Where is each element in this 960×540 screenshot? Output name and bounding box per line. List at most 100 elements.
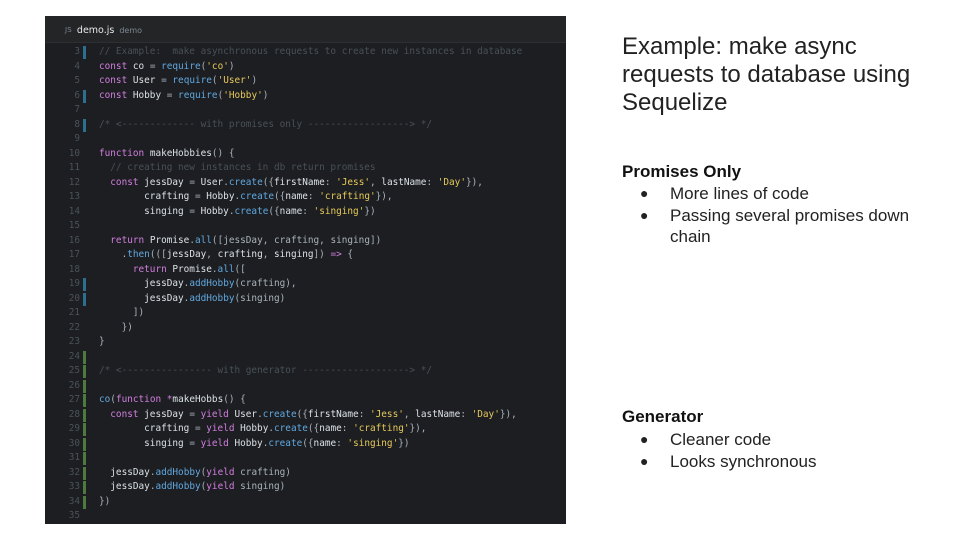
bullet-icon: ● [640,431,649,447]
line-number: 24 [68,350,80,362]
code-line[interactable]: 20 jessDay.addHobby(singing) [45,292,566,307]
bullet-item: ● More lines of code [622,183,922,205]
code-token: co [99,394,111,405]
code-token: ]) [313,249,331,260]
code-line[interactable]: 26 [45,379,566,394]
code-text: co(function *makeHobbs() { [99,393,246,408]
code-line[interactable]: 34}) [45,495,566,510]
code-token: all [194,234,212,246]
code-token: 'co' [206,60,229,72]
code-line[interactable]: 7 [45,103,566,118]
code-token: , [403,408,416,420]
code-token: name [279,205,303,217]
code-line[interactable]: 23} [45,335,566,350]
code-line[interactable]: 16 return Promise.all([jessDay, crafting… [45,234,566,249]
code-token: yield [206,466,241,478]
code-token: const [99,176,145,188]
code-line[interactable]: 12 const jessDay = User.create({firstNam… [45,176,566,191]
code-line[interactable]: 3 // Example: make asynchronous requests … [45,45,566,60]
code-token: singing [99,437,190,449]
code-line[interactable]: 6 const Hobby = require('Hobby') [45,89,566,104]
code-token: }) [398,437,410,449]
code-line[interactable]: 5 const User = require('User') [45,74,566,89]
code-token: = [189,176,201,188]
git-added-marker [83,379,86,393]
git-added-marker [83,423,86,436]
code-token: addHobby [155,466,201,478]
line-number: 16 [68,234,80,246]
code-token: crafting [99,191,195,202]
javascript-file-icon: JS [65,26,72,34]
code-token: create [262,408,297,420]
code-text: } [99,335,105,350]
code-line[interactable]: 13 crafting = Hobby.create({name: 'craft… [45,190,566,205]
git-added-marker [83,350,86,364]
code-token: ([jessDay, crafting, singing]) [211,234,382,246]
code-token: = [194,423,207,434]
line-number: 13 [68,191,80,202]
code-token: }), [499,408,517,420]
code-text: jessDay.addHobby(yield singing) [99,480,285,495]
code-token: (crafting), [234,278,297,289]
code-line[interactable]: 19 jessDay.addHobby(crafting), [45,277,566,292]
file-tab-demo-js[interactable]: JS demo.js demo [65,22,142,38]
code-token: { [347,249,354,260]
code-line[interactable]: 8 /* <------------- with promises only --… [45,118,566,133]
git-added-marker [83,365,86,378]
code-token: jessDay [166,249,207,260]
code-token: }), [409,423,427,434]
code-line[interactable]: 11 // creating new instances in db retur… [45,161,566,176]
code-token: singing) [240,481,286,492]
code-token: require [172,75,212,86]
code-line[interactable]: 21 ]) [45,306,566,321]
code-token: } [99,336,105,347]
code-line[interactable]: 31 [45,451,566,466]
code-token: then [127,249,150,260]
code-line[interactable]: 28 const jessDay = yield User.create({fi… [45,408,566,423]
code-token: yield [206,481,241,492]
git-modified-marker [83,46,86,59]
code-token: /* <------------- with promises only ---… [99,118,433,130]
code-line[interactable]: 32 jessDay.addHobby(yield crafting) [45,466,566,481]
code-token: = [189,205,201,217]
code-line[interactable]: 22 }) [45,321,566,336]
code-line[interactable]: 14 singing = Hobby.create({name: 'singin… [45,205,566,220]
line-number: 22 [68,321,80,333]
code-line[interactable]: 33 jessDay.addHobby(yield singing) [45,480,566,495]
code-line[interactable]: 15 [45,219,566,234]
code-token: crafting [217,249,263,260]
code-token: }) [99,495,111,507]
code-line[interactable]: 10 function makeHobbies() { [45,147,566,162]
section-heading-generator: Generator [622,407,704,426]
code-line[interactable]: 25 /* <---------------- with generator --… [45,364,566,379]
code-token: = [189,437,201,449]
code-line[interactable]: 35 [45,509,566,524]
code-token: addHobby [155,481,201,492]
line-number: 10 [68,147,80,159]
line-number: 18 [68,263,80,275]
code-line[interactable]: 29 crafting = yield Hobby.create({name: … [45,422,566,437]
code-token: : [302,205,314,217]
code-line[interactable]: 9 [45,132,566,147]
code-text: const Hobby = require('Hobby') [99,89,268,104]
code-token: singing [99,205,190,217]
code-line[interactable]: 27 co(function *makeHobbs() { [45,393,566,408]
git-added-marker [83,495,86,509]
code-text: jessDay.addHobby(singing) [99,292,285,307]
git-added-marker [83,437,86,451]
code-text: crafting = yield Hobby.create({name: 'cr… [99,422,426,437]
code-area[interactable]: 3 // Example: make asynchronous requests … [45,45,566,524]
code-editor: JS demo.js demo 3 // Example: make asynch… [45,16,566,524]
code-line[interactable]: 4 const co = require('co') [45,60,566,75]
code-line[interactable]: 17 .then(([jessDay, crafting, singing]) … [45,248,566,263]
code-token: User [200,176,224,188]
line-number: 12 [68,176,80,188]
code-token: ) [262,89,269,101]
code-line[interactable]: 18 return Promise.all([ [45,263,566,278]
code-token: => [330,249,348,260]
code-token: 'Jess' [370,408,404,420]
code-line[interactable]: 30 singing = yield Hobby.create({name: '… [45,437,566,452]
code-token: return [99,263,173,275]
code-token: }) [364,205,376,217]
code-line[interactable]: 24 [45,350,566,365]
